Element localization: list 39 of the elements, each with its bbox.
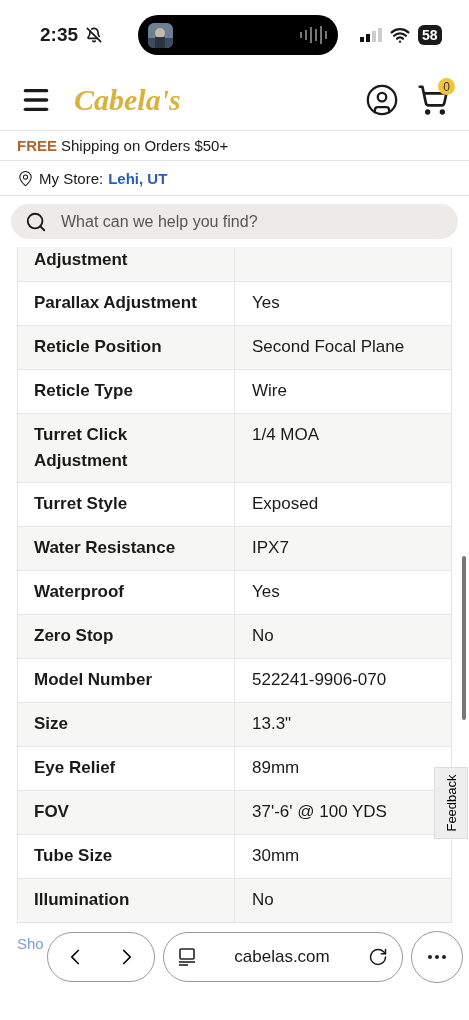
spec-value: Second Focal Plane (251, 336, 406, 358)
spec-value: No (251, 625, 275, 647)
page-menu-icon (178, 948, 196, 966)
wifi-icon (390, 25, 411, 45)
spec-label: Illumination (18, 879, 235, 922)
waveform-icon (298, 25, 329, 45)
location-pin-icon (17, 169, 34, 187)
bell-off-icon (86, 27, 103, 43)
cart-count: 0 (438, 78, 455, 95)
store-link[interactable]: Lehi, UT (108, 169, 168, 187)
more-icon (428, 955, 446, 959)
more-button[interactable] (411, 931, 463, 983)
account-icon[interactable] (365, 83, 399, 117)
address-bar[interactable]: cabelas.com (163, 932, 403, 982)
reload-icon[interactable] (368, 947, 388, 967)
cart-icon[interactable] (417, 84, 449, 116)
spec-value: Yes (251, 292, 281, 314)
spec-value: 1/4 MOA (251, 424, 321, 446)
spec-value: Yes (251, 581, 281, 603)
spec-value: Wire (251, 380, 288, 402)
signal-icon (360, 28, 383, 42)
spec-value: Exposed (251, 493, 320, 515)
url-text: cabelas.com (233, 947, 331, 967)
spec-value: No (251, 889, 275, 911)
search-input[interactable]: What can we help you find? (61, 206, 444, 237)
spec-value: 89mm (251, 757, 301, 779)
spec-value: 522241-9906-070 (251, 669, 388, 691)
store-label: My Store: (39, 169, 104, 187)
search-icon (25, 210, 47, 233)
spec-value: 37'-6' @ 100 YDS (251, 801, 388, 823)
feedback-tab[interactable]: Feedback (434, 767, 468, 839)
promo-text: Shipping on Orders $50+ (61, 137, 229, 154)
spec-value: 30mm (251, 845, 301, 867)
spec-value: IPX7 (251, 537, 290, 559)
promo-highlight: FREE (17, 137, 57, 154)
spec-value: 13.3" (251, 713, 293, 735)
clock-time: 2:35 (40, 24, 79, 46)
battery-level: 58 (418, 25, 442, 45)
search-bar[interactable]: What can we help you find? (11, 204, 458, 239)
